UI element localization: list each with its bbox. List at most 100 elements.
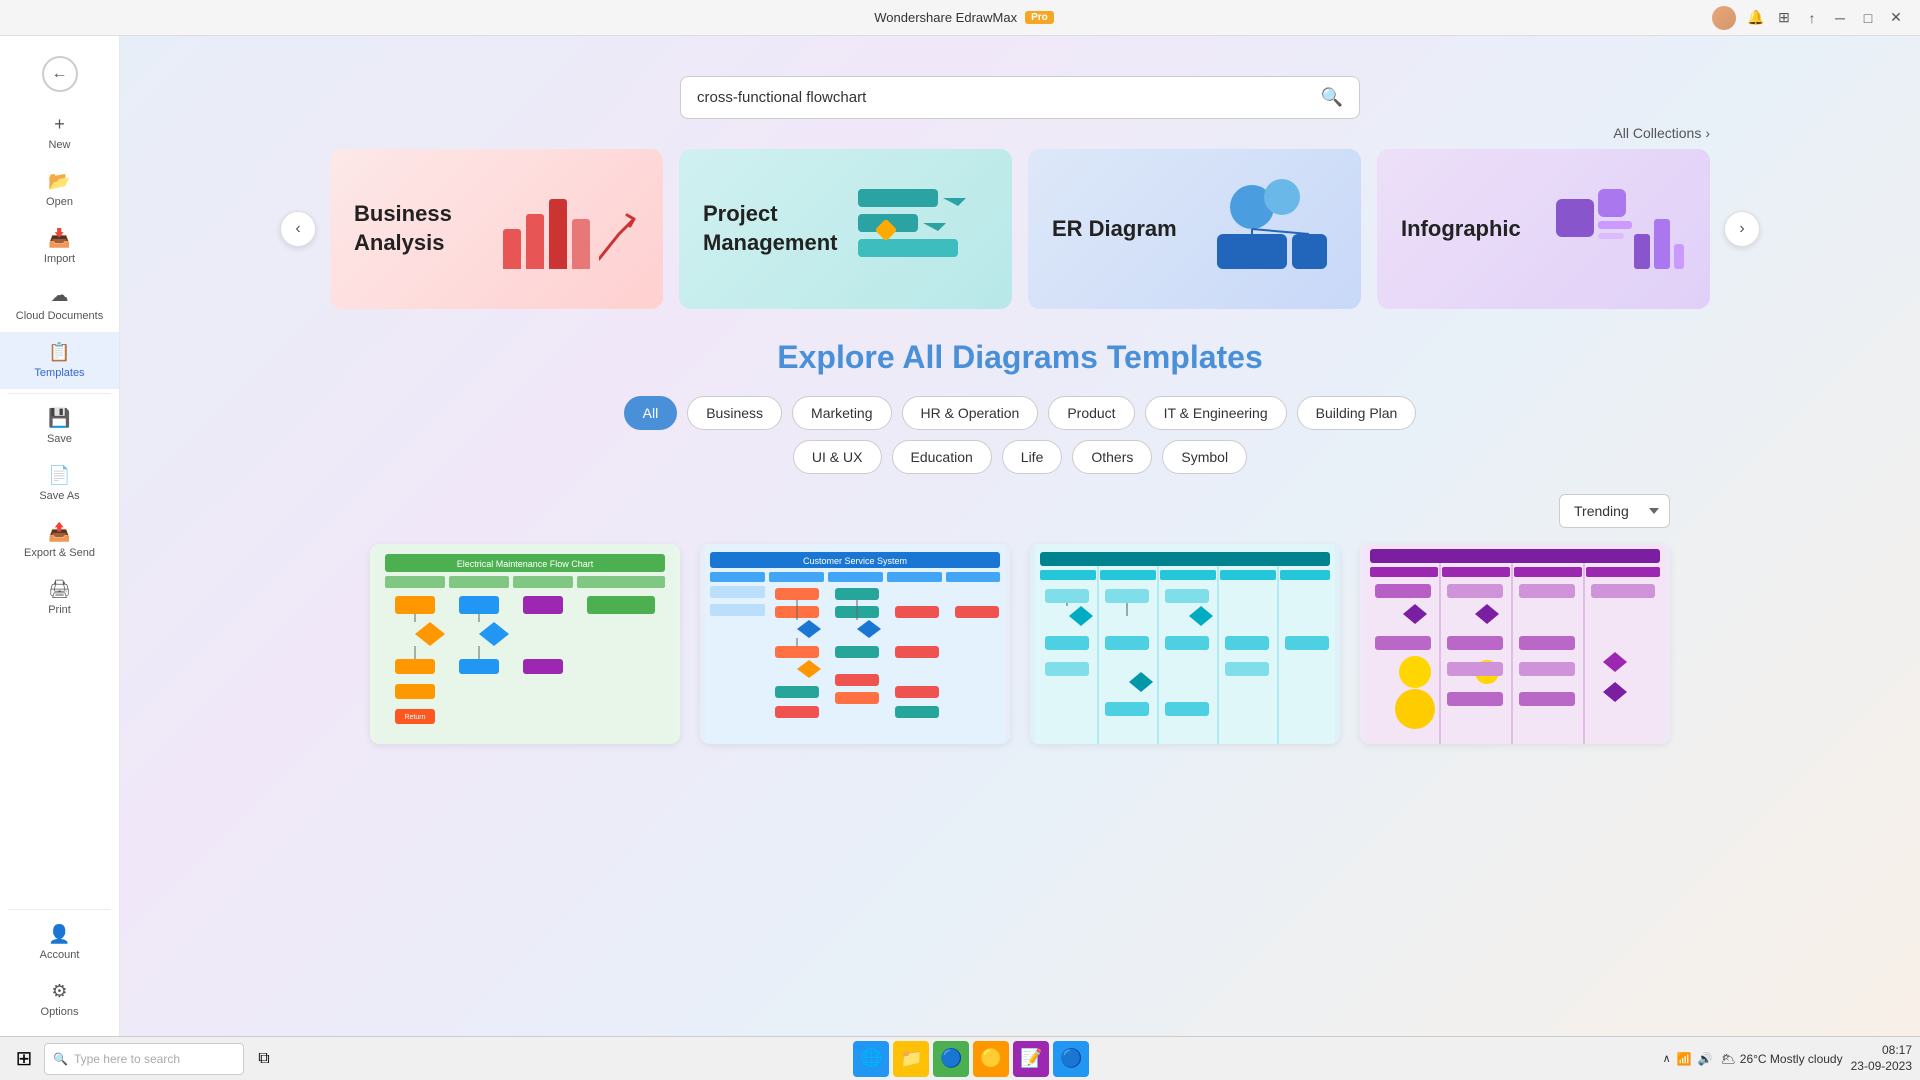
sidebar-item-new[interactable]: + New xyxy=(0,104,119,161)
import-label: Import xyxy=(44,253,75,265)
open-icon: 📂 xyxy=(48,171,70,192)
notification-icon[interactable]: 🔔 xyxy=(1748,10,1764,26)
taskbar-app-files[interactable]: 📁 xyxy=(893,1041,929,1077)
taskbar-app-chrome[interactable]: 🔵 xyxy=(933,1041,969,1077)
template-thumb-4[interactable] xyxy=(1360,544,1670,744)
svg-text:Electrical Maintenance Flow Ch: Electrical Maintenance Flow Chart xyxy=(457,559,594,569)
thumb-img-3 xyxy=(1030,544,1340,744)
svg-text:Return: Return xyxy=(404,714,425,721)
card-business-illustration xyxy=(452,189,639,269)
bar-4 xyxy=(572,219,590,269)
card-er-title: ER Diagram xyxy=(1052,215,1177,244)
network-icon[interactable]: 📶 xyxy=(1677,1052,1692,1066)
title-bar-controls: 🔔 ⊞ ↑ ─ □ ✕ xyxy=(1712,6,1904,30)
filter-education[interactable]: Education xyxy=(892,440,992,474)
filter-symbol[interactable]: Symbol xyxy=(1162,440,1247,474)
filter-row-1: All Business Marketing HR & Operation Pr… xyxy=(624,396,1417,430)
carousel-next-button[interactable]: › xyxy=(1724,211,1760,247)
filter-life[interactable]: Life xyxy=(1002,440,1063,474)
filter-marketing[interactable]: Marketing xyxy=(792,396,891,430)
app-body: ← + New 📂 Open 📥 Import ☁ Cloud Document… xyxy=(0,36,1920,1036)
sidebar-item-options[interactable]: ⚙ Options xyxy=(0,971,119,1028)
back-button[interactable]: ← xyxy=(42,56,78,92)
template-thumb-2[interactable]: Customer Service System xyxy=(700,544,1010,744)
search-button[interactable]: 🔍 xyxy=(1321,87,1343,108)
saveas-icon: 📄 xyxy=(48,465,70,486)
sidebar-divider-2 xyxy=(8,909,111,910)
open-label: Open xyxy=(46,196,73,208)
filter-product[interactable]: Product xyxy=(1048,396,1134,430)
volume-icon[interactable]: 🔊 xyxy=(1698,1052,1713,1066)
save-label: Save xyxy=(47,433,72,445)
filter-building[interactable]: Building Plan xyxy=(1297,396,1417,430)
card-er-illustration xyxy=(1177,179,1337,279)
filter-all[interactable]: All xyxy=(624,396,678,430)
sort-select[interactable]: Trending Newest Most Used xyxy=(1559,494,1670,528)
sidebar-item-save[interactable]: 💾 Save xyxy=(0,398,119,455)
date-display: 23-09-2023 xyxy=(1851,1059,1912,1075)
taskbar-search-icon: 🔍 xyxy=(53,1052,68,1066)
minimize-button[interactable]: ─ xyxy=(1832,10,1848,26)
filter-ui[interactable]: UI & UX xyxy=(793,440,882,474)
trend-arrow xyxy=(599,209,639,269)
sidebar-item-print[interactable]: 🖨 Print xyxy=(0,569,119,626)
options-label: Options xyxy=(41,1006,79,1018)
sidebar-divider-1 xyxy=(8,393,111,394)
maximize-button[interactable]: □ xyxy=(1860,10,1876,26)
sidebar-bottom: 👤 Account ⚙ Options xyxy=(0,905,119,1028)
pro-badge: Pro xyxy=(1025,11,1054,24)
carousel-prev-button[interactable]: ‹ xyxy=(280,211,316,247)
grid-icon[interactable]: ⊞ xyxy=(1776,10,1792,26)
sidebar-item-export[interactable]: 📤 Export & Send xyxy=(0,512,119,569)
account-label: Account xyxy=(40,949,80,961)
templates-label: Templates xyxy=(34,367,84,379)
saveas-label: Save As xyxy=(39,490,79,502)
taskbar-app-word[interactable]: 📝 xyxy=(1013,1041,1049,1077)
filter-others[interactable]: Others xyxy=(1072,440,1152,474)
card-project-management[interactable]: ProjectManagement xyxy=(679,149,1012,309)
card-business-analysis[interactable]: BusinessAnalysis xyxy=(330,149,663,309)
task-view-button[interactable]: ⧉ xyxy=(248,1043,280,1075)
share-icon[interactable]: ↑ xyxy=(1804,10,1820,26)
user-avatar[interactable] xyxy=(1712,6,1736,30)
card-infographic[interactable]: Infographic xyxy=(1377,149,1710,309)
start-button[interactable]: ⊞ xyxy=(8,1043,40,1075)
weather-icon: 🌥 xyxy=(1721,1052,1736,1066)
template-thumb-3[interactable] xyxy=(1030,544,1340,744)
title-bar: Wondershare EdrawMax Pro 🔔 ⊞ ↑ ─ □ ✕ xyxy=(0,0,1920,36)
card-infographic-illustration xyxy=(1521,179,1686,279)
chevron-up-icon[interactable]: ∧ xyxy=(1663,1052,1671,1065)
account-icon: 👤 xyxy=(48,924,70,945)
filter-business[interactable]: Business xyxy=(687,396,782,430)
template-thumb-1[interactable]: Electrical Maintenance Flow Chart xyxy=(370,544,680,744)
sidebar-item-account[interactable]: 👤 Account xyxy=(0,914,119,971)
sidebar-item-cloud[interactable]: ☁ Cloud Documents xyxy=(0,275,119,332)
export-label: Export & Send xyxy=(24,547,95,559)
filter-it[interactable]: IT & Engineering xyxy=(1145,396,1287,430)
card-er-diagram[interactable]: ER Diagram xyxy=(1028,149,1361,309)
card-infographic-title: Infographic xyxy=(1401,215,1521,244)
sidebar-item-saveas[interactable]: 📄 Save As xyxy=(0,455,119,512)
sidebar-item-import[interactable]: 📥 Import xyxy=(0,218,119,275)
thumb-svg-4 xyxy=(1360,544,1670,744)
options-icon: ⚙ xyxy=(51,981,67,1002)
sidebar-item-open[interactable]: 📂 Open xyxy=(0,161,119,218)
new-icon: + xyxy=(54,114,65,135)
close-button[interactable]: ✕ xyxy=(1888,10,1904,26)
carousel-section: All Collections › ‹ BusinessAnalysis xyxy=(270,149,1770,309)
filter-hr[interactable]: HR & Operation xyxy=(902,396,1039,430)
time-display: 08:17 xyxy=(1851,1043,1912,1059)
bar-chart xyxy=(503,189,639,269)
explore-static-text: Explore xyxy=(777,339,902,375)
templates-icon: 📋 xyxy=(48,342,70,363)
carousel-cards: BusinessAnalysis xyxy=(270,149,1770,309)
sidebar-item-templates[interactable]: 📋 Templates xyxy=(0,332,119,389)
search-bar-taskbar[interactable]: 🔍 Type here to search xyxy=(44,1043,244,1075)
taskbar-app-edraw[interactable]: 🔵 xyxy=(1053,1041,1089,1077)
all-collections-link[interactable]: All Collections › xyxy=(1613,125,1710,141)
filter-row-2: UI & UX Education Life Others Symbol xyxy=(793,440,1247,474)
taskbar-app-browser[interactable]: 🌐 xyxy=(853,1041,889,1077)
title-bar-center: Wondershare EdrawMax Pro xyxy=(874,10,1054,25)
search-input[interactable] xyxy=(697,89,1313,106)
taskbar-app-3[interactable]: 🟡 xyxy=(973,1041,1009,1077)
